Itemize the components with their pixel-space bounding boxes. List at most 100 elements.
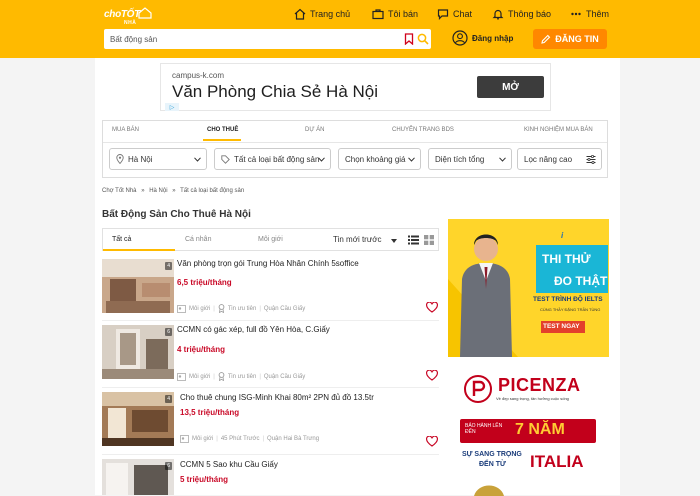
search-icon[interactable] — [417, 33, 429, 45]
seller-type: Môi giới — [192, 436, 214, 442]
nav-chat[interactable]: Chat — [437, 8, 472, 20]
listing-title[interactable]: CCMN có gác xép, full đồ Yên Hòa, C.Giấy — [177, 325, 330, 334]
chotot-nha-logo[interactable]: choTỐT NHÀ — [104, 7, 152, 29]
photo-count: 4 — [165, 262, 172, 270]
ad-line-1: THI THỬ — [542, 252, 591, 266]
photo-count: 6 — [165, 462, 172, 470]
side-banner-ad-2[interactable]: PICENZA Vẻ đẹp sang trọng, tân hưởng cuộ… — [448, 366, 609, 496]
heart-icon[interactable] — [426, 302, 438, 313]
luxury-country: ITALIA — [530, 452, 584, 471]
tab-projects[interactable]: DỰ ÁN — [305, 127, 324, 133]
bell-icon — [492, 9, 504, 20]
listing-location: Quận Cầu Giấy — [263, 373, 306, 380]
listing-photo[interactable]: 6 — [102, 459, 174, 495]
chevron-down-icon — [408, 157, 415, 162]
priority-badge-icon — [218, 304, 225, 313]
list-view-icon[interactable] — [408, 235, 419, 245]
side-banner-ad[interactable]: i THI THỬ ĐO THẬT TEST TRÌNH ĐỘ IELTS CÙ… — [448, 219, 609, 357]
nav-home[interactable]: Trang chủ — [294, 8, 350, 20]
heart-icon[interactable] — [426, 436, 438, 447]
luxury-line-b: ĐẾN TỪ — [479, 461, 506, 468]
location-select[interactable]: Hà Nội — [109, 148, 207, 170]
seller-type: Môi giới — [189, 305, 211, 312]
top-banner-ad[interactable]: campus-k.com Văn Phòng Chia Sẻ Hà Nội MỞ… — [160, 63, 551, 111]
active-list-tab-indicator — [103, 249, 175, 251]
tab-for-rent[interactable]: CHO THUÊ — [207, 127, 238, 133]
sort-select[interactable]: Tin mới trước — [333, 235, 381, 244]
search-input[interactable] — [110, 32, 390, 46]
property-type-select[interactable]: Tất cả loại bất động sản — [214, 148, 331, 170]
heart-icon[interactable] — [426, 370, 438, 381]
priority-badge-icon — [218, 372, 225, 381]
advanced-filter-label: Lọc nâng cao — [524, 154, 573, 164]
post-listing-label: ĐĂNG TIN — [555, 34, 599, 44]
more-icon — [571, 12, 581, 16]
tab-individual[interactable]: Cá nhân — [185, 236, 211, 243]
top-bar: choTỐT NHÀ Trang chủ Tôi bán Chat Thông … — [0, 0, 700, 58]
price-range-value: Chọn khoảng giá — [345, 154, 406, 164]
broker-icon — [180, 435, 189, 443]
tab-all[interactable]: Tất cả — [112, 236, 131, 243]
breadcrumb-home[interactable]: Chợ Tốt Nhà — [102, 188, 137, 194]
listing-tabs: Tất cả Cá nhân Môi giới Tin mới trước — [102, 228, 439, 251]
tab-broker[interactable]: Môi giới — [258, 236, 283, 243]
search-bar — [104, 29, 431, 49]
chat-icon — [437, 9, 449, 20]
tab-divider — [103, 142, 607, 143]
breadcrumb-separator: » — [141, 188, 145, 194]
area-select[interactable]: Diện tích tổng — [428, 148, 512, 170]
listing-meta: Môi giới | 45 Phút Trước | Quận Hai Bà Trư… — [180, 435, 319, 443]
tab-buy-sell[interactable]: MUA BÁN — [112, 127, 139, 133]
tag-icon — [221, 154, 230, 164]
warranty-years: 7 NĂM — [515, 421, 565, 438]
breadcrumb-city[interactable]: Hà Nội — [149, 188, 167, 194]
tab-real-estate-pages[interactable]: CHUYÊN TRANG BDS — [392, 127, 454, 133]
listing-photo[interactable]: 6 — [102, 325, 174, 379]
logo-subtext: NHÀ — [124, 20, 137, 26]
nav-sell-label: Tôi bán — [388, 9, 419, 19]
luxury-line-a: SỰ SANG TRỌNG — [462, 451, 522, 458]
picenza-brand: PICENZA — [498, 375, 581, 395]
nav-more[interactable]: Thêm — [570, 8, 609, 20]
listing-meta: Môi giới | Tin ưu tiên | Quận Cầu Giấy — [177, 372, 305, 381]
listing-badge: Tin ưu tiên — [227, 305, 257, 312]
login-button[interactable]: Đăng nhập — [452, 30, 513, 46]
advanced-filter-button[interactable]: Lọc nâng cao — [517, 148, 602, 170]
property-type-value: Tất cả loại bất động sản — [234, 154, 320, 164]
listing-price: 4 triệu/tháng — [177, 345, 226, 354]
nav-notifications[interactable]: Thông báo — [492, 8, 551, 20]
listing-badge: 45 Phút Trước — [220, 436, 260, 442]
post-listing-button[interactable]: ĐĂNG TIN — [533, 29, 607, 49]
sliders-icon — [586, 155, 596, 164]
listing-title[interactable]: CCMN 5 Sao khu Cầu Giấy — [180, 460, 278, 469]
photo-count: 6 — [165, 328, 172, 336]
chevron-down-icon — [499, 157, 506, 162]
page-title: Bất Động Sản Cho Thuê Hà Nội — [102, 209, 251, 220]
listing-item[interactable]: 4 Văn phòng trọn gói Trung Hòa Nhân Chín… — [102, 259, 439, 319]
ad-test-button[interactable]: TEST NGAY — [543, 323, 580, 330]
active-tab-indicator — [203, 139, 241, 141]
listing-title[interactable]: Văn phòng trọn gói Trung Hòa Nhân Chính … — [177, 259, 359, 268]
listing-photo[interactable]: 4 — [102, 392, 174, 446]
listing-item[interactable]: 6 CCMN 5 Sao khu Cầu Giấy 5 triệu/tháng — [102, 459, 439, 495]
ad-line-3: TEST TRÌNH ĐỘ IELTS — [533, 296, 603, 303]
broker-icon — [177, 372, 186, 381]
price-range-select[interactable]: Chọn khoảng giá — [338, 148, 421, 170]
listing-item[interactable]: 6 CCMN có gác xép, full đồ Yên Hòa, C.Gi… — [102, 325, 439, 385]
listing-price: 6,5 triệu/tháng — [177, 278, 232, 287]
listing-title[interactable]: Cho thuê chung ISG-Minh Khai 80m² 2PN đủ… — [180, 393, 374, 402]
picenza-tagline: Vẻ đẹp sang trọng, tân hưởng cuộc sống — [496, 396, 569, 401]
ad-line-2: ĐO THẬT — [554, 274, 608, 288]
tab-buying-tips[interactable]: KINH NGHIỆM MUA BÁN — [524, 127, 593, 133]
chevron-down-icon — [318, 157, 325, 162]
nav-sell[interactable]: Tôi bán — [372, 8, 418, 20]
nav-home-label: Trang chủ — [310, 9, 351, 19]
listing-item[interactable]: 4 Cho thuê chung ISG-Minh Khai 80m² 2PN … — [102, 392, 439, 452]
photo-count: 4 — [165, 395, 172, 403]
ad-open-button[interactable]: MỞ — [477, 76, 544, 98]
listing-photo[interactable]: 4 — [102, 259, 174, 313]
bookmark-icon[interactable] — [404, 33, 414, 45]
grid-view-icon[interactable] — [424, 235, 434, 245]
adchoices-icon[interactable]: ▷ — [165, 103, 179, 111]
login-label: Đăng nhập — [472, 33, 514, 43]
